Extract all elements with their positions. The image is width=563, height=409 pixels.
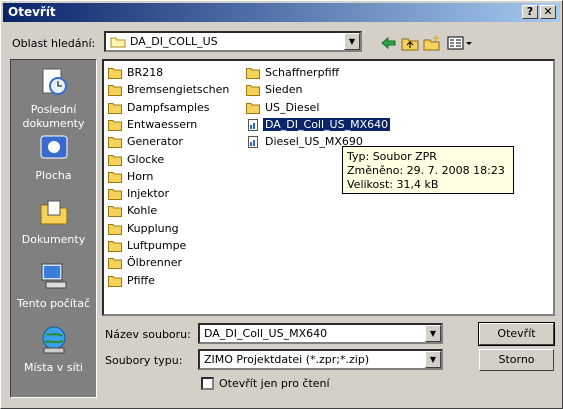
readonly-label[interactable]: Otevřít jen pro čtení — [219, 377, 330, 390]
back-icon[interactable] — [379, 35, 397, 51]
folder-name: Dampfsamples — [127, 100, 210, 114]
folder-icon — [108, 206, 122, 218]
folder-icon — [108, 68, 122, 79]
my-documents-icon — [40, 200, 67, 225]
place-desktop[interactable]: Plocha — [11, 132, 96, 183]
folder-icon — [246, 68, 260, 79]
folder-name: Injektor — [127, 187, 169, 201]
open-dialog: Otevřít ? ✕ Oblast hledání: DA_DI_COLL_U… — [0, 0, 563, 409]
close-button[interactable]: ✕ — [540, 5, 556, 19]
folder-name: Glocke — [127, 152, 165, 166]
place-recent[interactable]: Poslední dokumenty — [11, 66, 96, 131]
place-documents[interactable]: Dokumenty — [11, 196, 96, 247]
new-folder-icon[interactable] — [423, 35, 441, 51]
folder-name: Kohle — [127, 204, 158, 218]
item-name: Schaffnerpfiff — [265, 66, 340, 79]
window-title: Otevřít — [8, 5, 56, 19]
folder-name: Horn — [127, 169, 154, 183]
tooltip-size: Velikost: 31,4 kB — [347, 178, 439, 191]
folder-icon — [246, 85, 260, 97]
recent-documents-icon — [42, 68, 67, 95]
place-label: Poslední dokumenty — [22, 103, 85, 130]
folder-icon — [246, 102, 260, 114]
place-computer[interactable]: Tento počítač — [11, 260, 96, 311]
filetype-combo[interactable]: ZIMO Projektdatei (*.zpr;*.zip) ▼ — [198, 349, 443, 370]
cancel-button[interactable]: Storno — [479, 349, 554, 371]
folder-name: Entwaessern — [127, 117, 198, 131]
chevron-down-icon[interactable]: ▼ — [344, 33, 360, 50]
folder-icon — [108, 102, 122, 114]
place-label: Plocha — [35, 169, 72, 182]
chevron-down-icon[interactable]: ▼ — [425, 351, 441, 368]
tooltip-modified: Změněno: 29. 7. 2008 18:23 — [347, 164, 505, 177]
my-computer-icon — [41, 263, 66, 289]
zpr-file-icon — [248, 136, 258, 149]
tooltip-type: Typ: Soubor ZPR — [347, 150, 437, 163]
filename-combo[interactable]: DA_DI_Coll_US_MX640 ▼ — [198, 323, 443, 344]
lookin-label: Oblast hledání: — [12, 37, 96, 50]
place-label: Místa v síti — [24, 361, 83, 374]
file-tooltip: Typ: Soubor ZPR Změněno: 29. 7. 2008 18:… — [342, 146, 514, 194]
place-network[interactable]: Místa v síti — [11, 324, 96, 375]
zpr-file-icon — [248, 118, 258, 131]
folder-icon — [108, 85, 122, 97]
lookin-combo[interactable]: DA_DI_COLL_US ▼ — [104, 31, 362, 52]
folder-name: Ölbrenner — [127, 256, 182, 270]
view-menu-icon[interactable] — [447, 35, 473, 51]
open-button[interactable]: Otevřít — [478, 322, 555, 346]
place-label: Dokumenty — [21, 233, 86, 246]
item-name: US_Diesel — [265, 100, 320, 114]
folder-name: Kupplung — [127, 221, 179, 235]
chevron-down-icon[interactable]: ▼ — [425, 325, 441, 342]
item-name: DA_DI_Coll_US_MX640 — [261, 116, 392, 132]
folder-icon — [108, 258, 122, 270]
folder-icon — [108, 275, 122, 287]
folder-icon — [108, 189, 122, 201]
item-name: Sieden — [265, 83, 303, 97]
folder-icon — [108, 154, 122, 166]
folder-icon — [108, 119, 122, 131]
place-label: Tento počítač — [16, 297, 91, 310]
folder-name: Luftpumpe — [127, 239, 187, 252]
lookin-value: DA_DI_COLL_US — [130, 35, 218, 48]
folder-name: Generator — [127, 135, 183, 149]
folder-icon — [108, 137, 122, 149]
places-bar: Poslední dokumenty Plocha Dokumenty Tent… — [10, 59, 97, 398]
filetype-label: Soubory typu: — [105, 354, 183, 367]
folder-name: Pfiffe — [127, 273, 155, 287]
help-button[interactable]: ? — [522, 5, 538, 19]
readonly-checkbox[interactable] — [201, 377, 214, 390]
filename-value: DA_DI_Coll_US_MX640 — [204, 327, 328, 340]
network-places-icon — [42, 326, 65, 354]
filename-label: Název souboru: — [105, 328, 191, 341]
folder-name: BR218 — [127, 66, 164, 79]
folder-icon — [108, 241, 122, 252]
folder-icon — [108, 223, 122, 235]
title-bar[interactable]: Otevřít ? ✕ — [3, 3, 560, 22]
up-folder-icon[interactable] — [401, 35, 419, 51]
folder-icon — [110, 37, 126, 48]
desktop-icon — [40, 135, 67, 159]
filetype-value: ZIMO Projektdatei (*.zpr;*.zip) — [204, 353, 370, 366]
folder-icon — [108, 171, 122, 183]
folder-name: Bremsengietschen — [127, 83, 230, 97]
